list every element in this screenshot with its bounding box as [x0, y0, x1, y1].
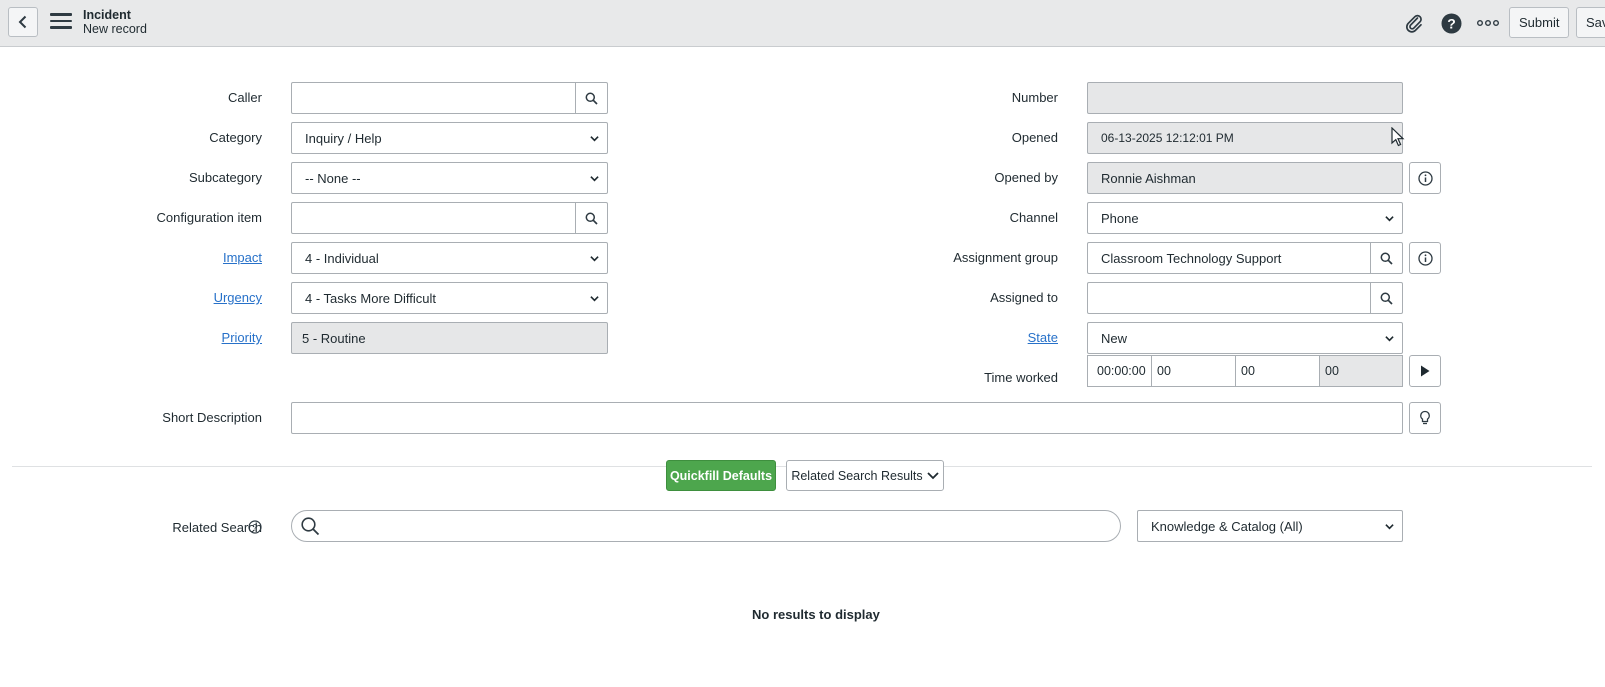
search-icon [585, 92, 598, 105]
subcategory-label: Subcategory [189, 170, 262, 185]
urgency-label-link[interactable]: Urgency [214, 290, 262, 305]
time-worked-label: Time worked [984, 370, 1058, 385]
caller-lookup-button[interactable] [575, 82, 608, 114]
chevron-down-icon [590, 175, 599, 181]
assigned-to-lookup-button[interactable] [1370, 282, 1403, 314]
chevron-down-icon [590, 295, 599, 301]
channel-value: Phone [1101, 210, 1139, 226]
time-worked-hours-input[interactable]: 00 [1151, 355, 1236, 387]
opened-field[interactable]: 06-13-2025 12:12:01 PM [1087, 122, 1403, 154]
chevron-down-icon [1385, 523, 1394, 529]
category-select[interactable]: Inquiry / Help [291, 122, 608, 154]
channel-select[interactable]: Phone [1087, 202, 1403, 234]
search-icon [585, 212, 598, 225]
time-worked-timer: 00:00:00 [1087, 355, 1153, 387]
play-icon [1421, 365, 1430, 377]
state-select[interactable]: New [1087, 322, 1403, 354]
impact-select[interactable]: 4 - Individual [291, 242, 608, 274]
assignment-group-lookup-button[interactable] [1370, 242, 1403, 274]
hamburger-menu-icon[interactable] [50, 13, 72, 31]
opened-by-info-button[interactable] [1409, 162, 1441, 194]
save-button[interactable]: Sav [1576, 7, 1605, 38]
time-worked-minutes-input[interactable]: 00 [1235, 355, 1320, 387]
assignment-group-info-button[interactable] [1409, 242, 1441, 274]
related-search-results-button[interactable]: Related Search Results [786, 460, 944, 491]
page-subtitle: New record [83, 22, 147, 36]
assignment-group-field[interactable]: Classroom Technology Support [1087, 242, 1372, 274]
urgency-value: 4 - Tasks More Difficult [305, 290, 437, 306]
chevron-down-icon [927, 472, 939, 480]
quickfill-defaults-button[interactable]: Quickfill Defaults [666, 460, 776, 491]
caller-label: Caller [228, 90, 262, 105]
category-label: Category [209, 130, 262, 145]
form-header: Incident New record ? Submit Sav [0, 0, 1605, 47]
chevron-down-icon [1385, 215, 1394, 221]
info-icon [1417, 170, 1433, 186]
impact-value: 4 - Individual [305, 250, 379, 266]
svg-text:?: ? [1447, 15, 1456, 31]
urgency-select[interactable]: 4 - Tasks More Difficult [291, 282, 608, 314]
configuration-item-field[interactable] [291, 202, 577, 234]
opened-label: Opened [1011, 130, 1058, 145]
page-title: Incident [83, 8, 131, 22]
paperclip-icon[interactable] [1403, 12, 1425, 34]
state-value: New [1101, 330, 1128, 346]
suggestion-button[interactable] [1409, 402, 1441, 434]
short-description-field[interactable] [291, 402, 1403, 434]
help-circle-icon[interactable]: ? [248, 520, 262, 537]
mouse-cursor-icon [1391, 127, 1405, 147]
submit-button[interactable]: Submit [1509, 7, 1570, 38]
priority-field: 5 - Routine [291, 322, 608, 354]
chevron-left-icon [18, 15, 27, 29]
assigned-to-label: Assigned to [990, 290, 1058, 305]
chevron-down-icon [590, 135, 599, 141]
opened-by-label: Opened by [994, 170, 1058, 185]
configuration-item-lookup-button[interactable] [575, 202, 608, 234]
search-icon [1380, 292, 1393, 305]
category-value: Inquiry / Help [305, 130, 382, 146]
channel-label: Channel [1009, 210, 1058, 225]
svg-text:?: ? [252, 523, 257, 533]
opened-by-field: Ronnie Aishman [1087, 162, 1403, 194]
subcategory-select[interactable]: -- None -- [291, 162, 608, 194]
info-icon [1417, 250, 1433, 266]
impact-label-link[interactable]: Impact [223, 250, 262, 265]
number-field [1087, 82, 1403, 114]
priority-label-link[interactable]: Priority [222, 330, 262, 345]
search-icon [1380, 252, 1393, 265]
related-search-input[interactable] [291, 510, 1121, 542]
more-options-icon[interactable] [1477, 12, 1499, 34]
number-label: Number [1011, 90, 1058, 105]
related-search-scope-select[interactable]: Knowledge & Catalog (All) [1137, 510, 1403, 542]
caller-field[interactable] [291, 82, 577, 114]
state-label-link[interactable]: State [1028, 330, 1058, 345]
back-button[interactable] [8, 7, 38, 37]
help-icon[interactable]: ? [1440, 12, 1462, 34]
related-search-results-label: Related Search Results [791, 468, 923, 483]
no-results-message: No results to display [752, 607, 880, 622]
subcategory-value: -- None -- [305, 170, 361, 186]
time-worked-seconds-input[interactable]: 00 [1319, 355, 1403, 387]
timer-play-button[interactable] [1409, 355, 1441, 387]
lightbulb-icon [1420, 410, 1430, 425]
chevron-down-icon [590, 255, 599, 261]
record-title: Incident New record [83, 8, 147, 36]
search-icon [301, 517, 320, 536]
chevron-down-icon [1385, 335, 1394, 341]
assigned-to-field[interactable] [1087, 282, 1372, 314]
short-description-label: Short Description [162, 410, 262, 425]
related-search-scope-value: Knowledge & Catalog (All) [1151, 518, 1303, 534]
configuration-item-label: Configuration item [156, 210, 263, 225]
assignment-group-label: Assignment group [953, 250, 1058, 265]
